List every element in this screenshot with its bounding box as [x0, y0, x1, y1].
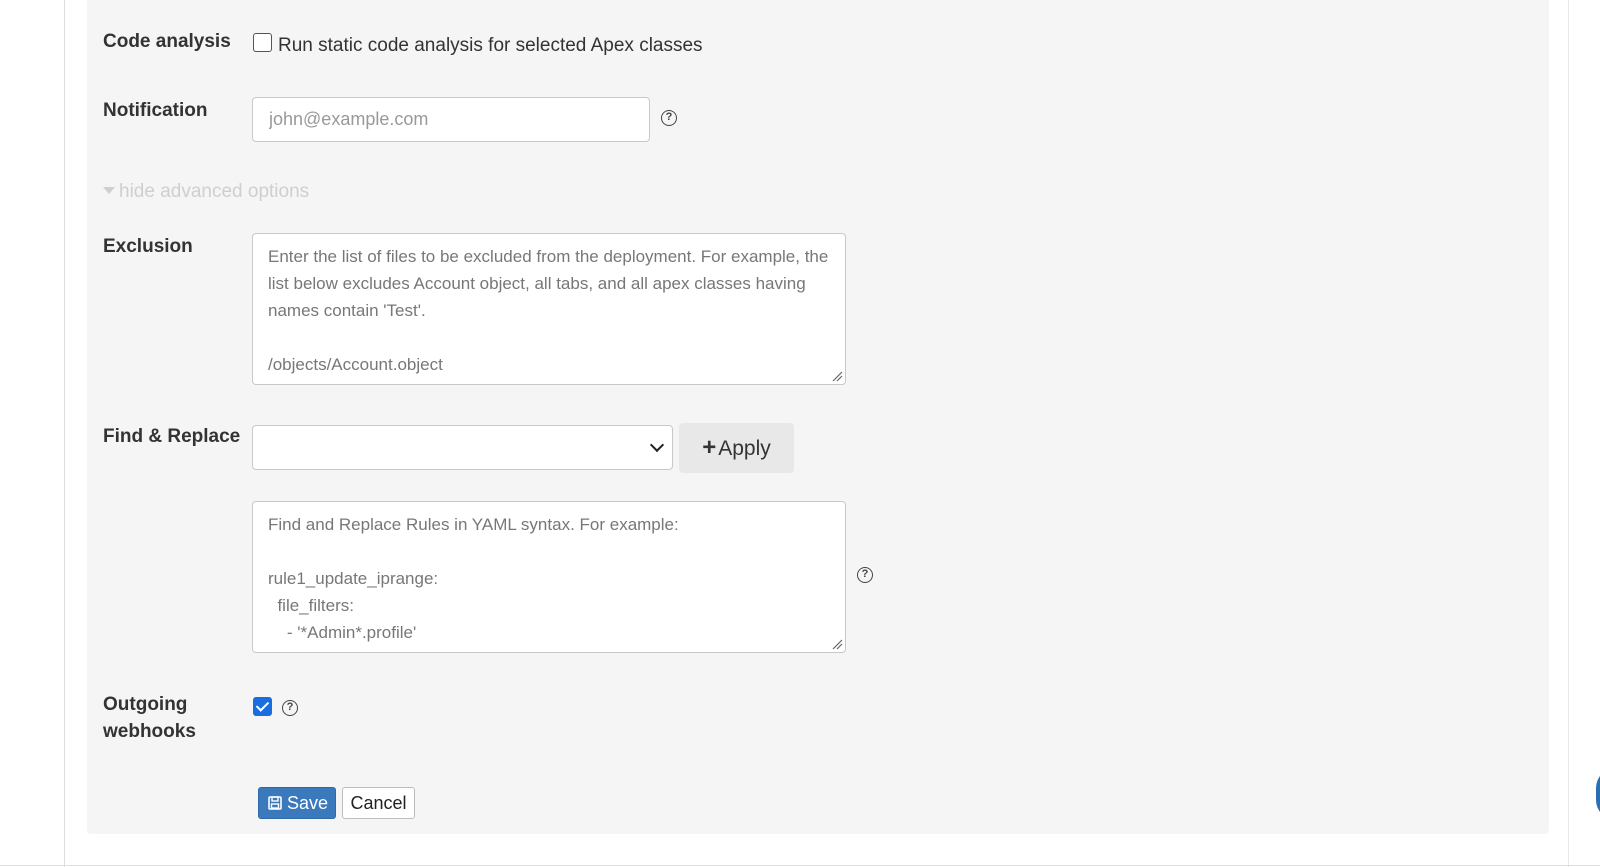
chevron-down-icon	[649, 437, 665, 453]
find-replace-label: Find & Replace	[103, 426, 241, 447]
floppy-disk-icon	[268, 796, 282, 810]
find-replace-rules-textarea[interactable]: Find and Replace Rules in YAML syntax. F…	[252, 501, 846, 653]
code-analysis-label: Code analysis	[103, 31, 231, 52]
resize-grip-icon[interactable]	[831, 370, 843, 382]
save-button[interactable]: Save	[258, 787, 336, 819]
cancel-button[interactable]: Cancel	[342, 787, 415, 819]
notification-email-input[interactable]	[252, 97, 650, 142]
find-replace-rules-placeholder: Find and Replace Rules in YAML syntax. F…	[268, 515, 679, 652]
caret-down-icon	[103, 186, 115, 194]
save-button-label: Save	[287, 793, 329, 813]
hide-advanced-options-label: hide advanced options	[119, 181, 310, 202]
exclusion-label: Exclusion	[103, 236, 193, 257]
outgoing-webhooks-help-icon[interactable]: ?	[282, 700, 298, 716]
notification-help-icon[interactable]: ?	[661, 110, 677, 126]
page-scroll-edge	[1568, 0, 1569, 867]
apply-button[interactable]: +Apply	[679, 423, 794, 473]
plus-icon: +	[702, 434, 717, 461]
outgoing-webhooks-checkbox[interactable]	[253, 697, 272, 716]
find-replace-help-icon[interactable]: ?	[857, 567, 873, 583]
outgoing-webhooks-label: Outgoing webhooks	[103, 694, 196, 742]
apply-button-label: Apply	[718, 437, 771, 460]
resize-grip-icon[interactable]	[831, 638, 843, 650]
find-replace-select[interactable]	[252, 425, 673, 470]
page-bottom-border	[0, 865, 1600, 866]
code-analysis-checkbox-label: Run static code analysis for selected Ap…	[278, 35, 703, 56]
exclusion-placeholder: Enter the list of files to be excluded f…	[268, 247, 829, 384]
code-analysis-checkbox[interactable]	[253, 33, 272, 52]
notification-label: Notification	[103, 100, 208, 121]
exclusion-textarea[interactable]: Enter the list of files to be excluded f…	[252, 233, 846, 385]
hide-advanced-options-link[interactable]: hide advanced options	[103, 180, 309, 204]
